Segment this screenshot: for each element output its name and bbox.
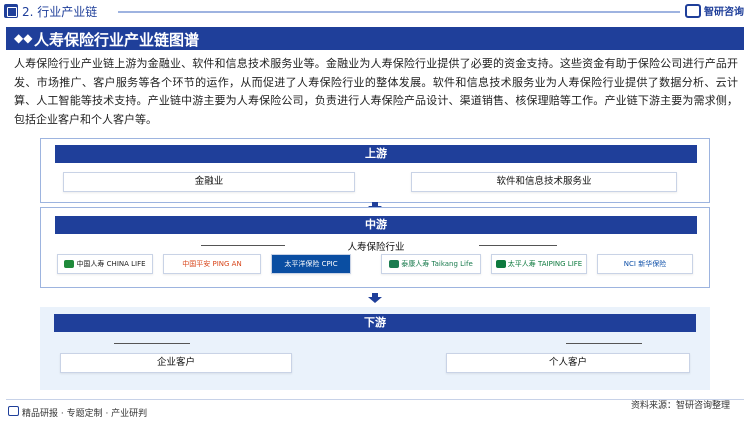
china-life-logo-icon: [64, 260, 75, 268]
company-logo-taiping: 太平人寿 TAIPING LIFE: [491, 254, 587, 274]
company-logo-taikang: 泰康人寿 Taikang Life: [381, 254, 481, 274]
brand-name: 智研咨询: [704, 7, 744, 18]
taiping-logo-icon: [495, 260, 506, 268]
downstream-title: 下游: [54, 314, 696, 332]
midstream-subtitle: 人寿保险行业: [347, 242, 405, 253]
source-note: 资料来源：智研咨询整理: [630, 401, 730, 411]
diamond-arrow-icon: ◆◆: [14, 31, 33, 45]
company-logo-cpic: 太平洋保险 CPIC: [271, 254, 351, 274]
downstream-item-individual: 个人客户: [446, 353, 690, 373]
downstream-section: 下游 企业客户 个人客户: [40, 307, 710, 390]
company-logo-ping-an: 中国平安 PING AN: [163, 254, 261, 274]
taikang-logo-icon: [389, 260, 400, 268]
company-logo-china-life: 中国人寿 CHINA LIFE: [57, 254, 153, 274]
brand-logo: 智研咨询: [685, 3, 744, 18]
section-icon: [4, 4, 18, 18]
intro-paragraph: 人寿保险行业产业链上游为金融业、软件和信息技术服务业等。金融业为人寿保险行业提供…: [14, 57, 738, 126]
upstream-item-software: 软件和信息技术服务业: [411, 172, 677, 192]
company-logo-nci: NCI 新华保险: [597, 254, 693, 274]
header-divider: [118, 11, 680, 13]
midstream-title: 中游: [55, 216, 697, 234]
midstream-section: 中游 人寿保险行业 中国人寿 CHINA LIFE 中国平安 PING AN 太…: [40, 207, 710, 288]
page-title: 人寿保险行业产业链图谱: [34, 31, 200, 49]
divider-line: [201, 245, 285, 246]
divider-line: [479, 245, 557, 246]
footer-tagline: 精品研报 · 专题定制 · 产业研判: [22, 409, 148, 419]
brand-icon: [685, 3, 701, 18]
top-bar: 2. 行业产业链 智研咨询: [0, 0, 750, 22]
upstream-section: 上游 金融业 软件和信息技术服务业: [40, 138, 710, 203]
page-title-banner: ◆◆ 人寿保险行业产业链图谱: [6, 27, 744, 50]
arrow-down-icon: [366, 293, 384, 303]
section-title: 2. 行业产业链: [22, 5, 98, 19]
upstream-item-finance: 金融业: [63, 172, 355, 192]
report-icon: [8, 406, 19, 416]
downstream-item-enterprise: 企业客户: [60, 353, 292, 373]
divider-line: [566, 343, 642, 344]
upstream-title: 上游: [55, 145, 697, 163]
divider-line: [114, 343, 190, 344]
